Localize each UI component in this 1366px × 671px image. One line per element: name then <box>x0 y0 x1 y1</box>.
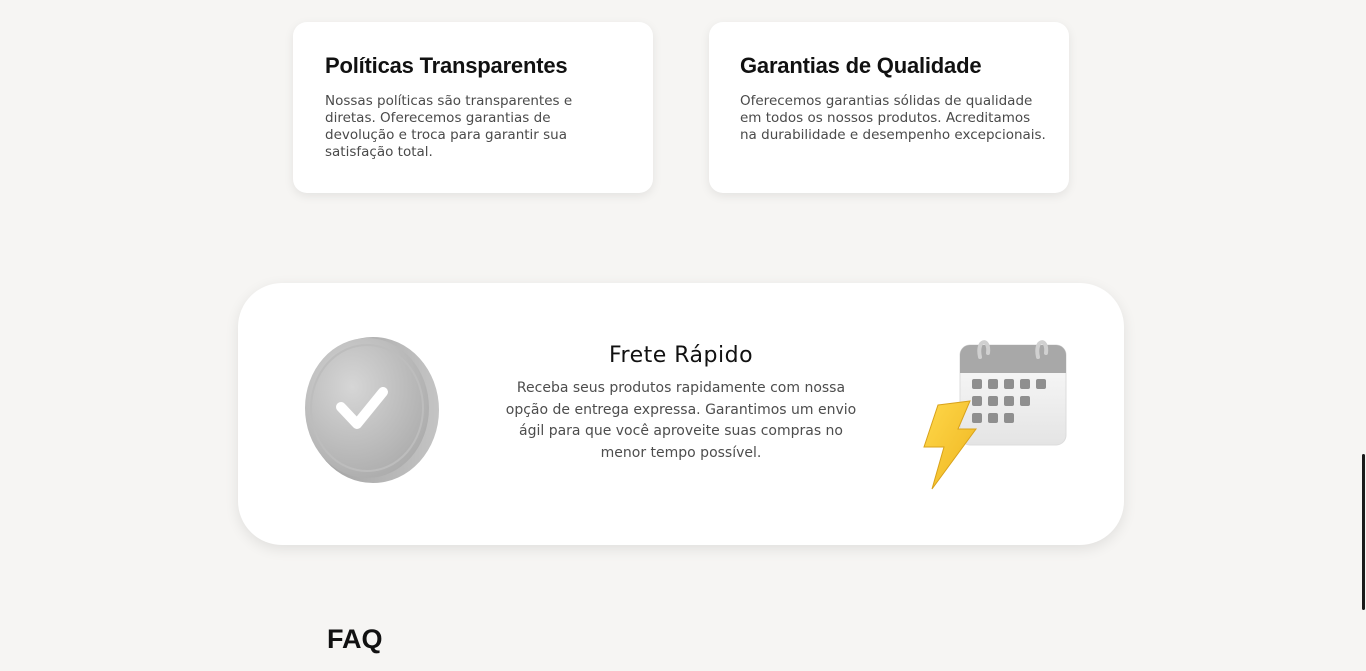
fast-shipping-text-block: Frete Rápido Receba seus produtos rapida… <box>500 343 862 464</box>
check-coin-icon <box>305 337 439 483</box>
policy-card: Políticas Transparentes Nossas políticas… <box>293 22 653 193</box>
calendar-lightning-icon <box>923 340 1067 490</box>
faq-title: FAQ <box>327 624 383 654</box>
page-scrollbar[interactable] <box>1360 0 1366 671</box>
fast-shipping-description: Receba seus produtos rapidamente com nos… <box>505 380 857 461</box>
quality-card-title: Garantias de Qualidade <box>740 53 982 78</box>
policy-card-title: Políticas Transparentes <box>325 53 568 78</box>
fast-shipping-title: Frete Rápido <box>608 343 754 368</box>
quality-card: Garantias de Qualidade Oferecemos garant… <box>709 22 1069 193</box>
quality-card-text: Oferecemos garantias sólidas de qualidad… <box>740 93 1046 143</box>
scrollbar-thumb[interactable] <box>1362 454 1365 610</box>
policy-card-text: Nossas políticas são transparentes e dir… <box>325 93 573 160</box>
fast-shipping-section: Frete Rápido Receba seus produtos rapida… <box>238 283 1124 545</box>
